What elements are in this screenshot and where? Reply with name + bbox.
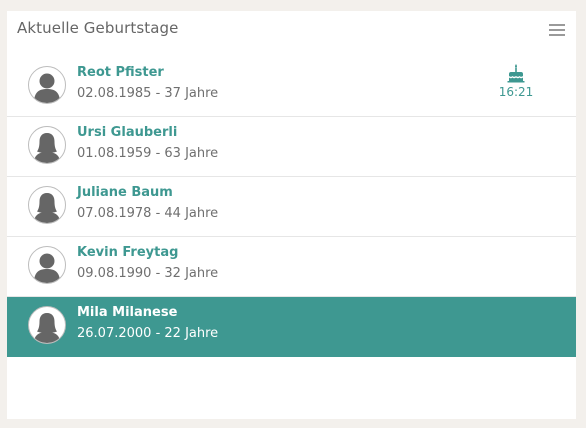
birthday-row[interactable]: Kevin Freytag 09.08.1990 - 32 Jahre <box>7 237 576 297</box>
person-name: Juliane Baum <box>77 185 173 200</box>
person-name: Ursi Glauberli <box>77 125 178 140</box>
birth-date-age: 26.07.2000 - 22 Jahre <box>77 326 219 341</box>
birthday-row-selected[interactable]: Mila Milanese 26.07.2000 - 22 Jahre <box>7 297 576 357</box>
birthdays-widget: Aktuelle Geburtstage Reot Pfister 02.08.… <box>7 11 576 419</box>
birthday-row[interactable]: Ursi Glauberli 01.08.1959 - 63 Jahre <box>7 117 576 177</box>
birth-date-age: 07.08.1978 - 44 Jahre <box>77 206 219 221</box>
person-name: Kevin Freytag <box>77 245 179 260</box>
birth-date-age: 02.08.1985 - 37 Jahre <box>77 86 219 101</box>
person-name: Mila Milanese <box>77 305 178 320</box>
male-avatar-icon <box>28 66 66 104</box>
female-avatar-icon <box>28 186 66 224</box>
widget-title: Aktuelle Geburtstage <box>17 19 179 37</box>
female-avatar-icon <box>28 126 66 164</box>
birthday-row[interactable]: Reot Pfister 02.08.1985 - 37 Jahre 16:21 <box>7 57 576 117</box>
birthday-list: Reot Pfister 02.08.1985 - 37 Jahre 16:21 <box>7 57 576 357</box>
birthday-row[interactable]: Juliane Baum 07.08.1978 - 44 Jahre <box>7 177 576 237</box>
person-name: Reot Pfister <box>77 65 164 80</box>
hamburger-menu-icon[interactable] <box>548 21 566 39</box>
birthday-cake-icon <box>507 64 525 83</box>
widget-header: Aktuelle Geburtstage <box>7 11 576 51</box>
birth-date-age: 09.08.1990 - 32 Jahre <box>77 266 219 281</box>
male-avatar-icon <box>28 246 66 284</box>
female-avatar-icon <box>28 306 66 344</box>
birthday-today-indicator: 16:21 <box>494 63 538 99</box>
birthday-time: 16:21 <box>498 85 534 99</box>
birth-date-age: 01.08.1959 - 63 Jahre <box>77 146 219 161</box>
